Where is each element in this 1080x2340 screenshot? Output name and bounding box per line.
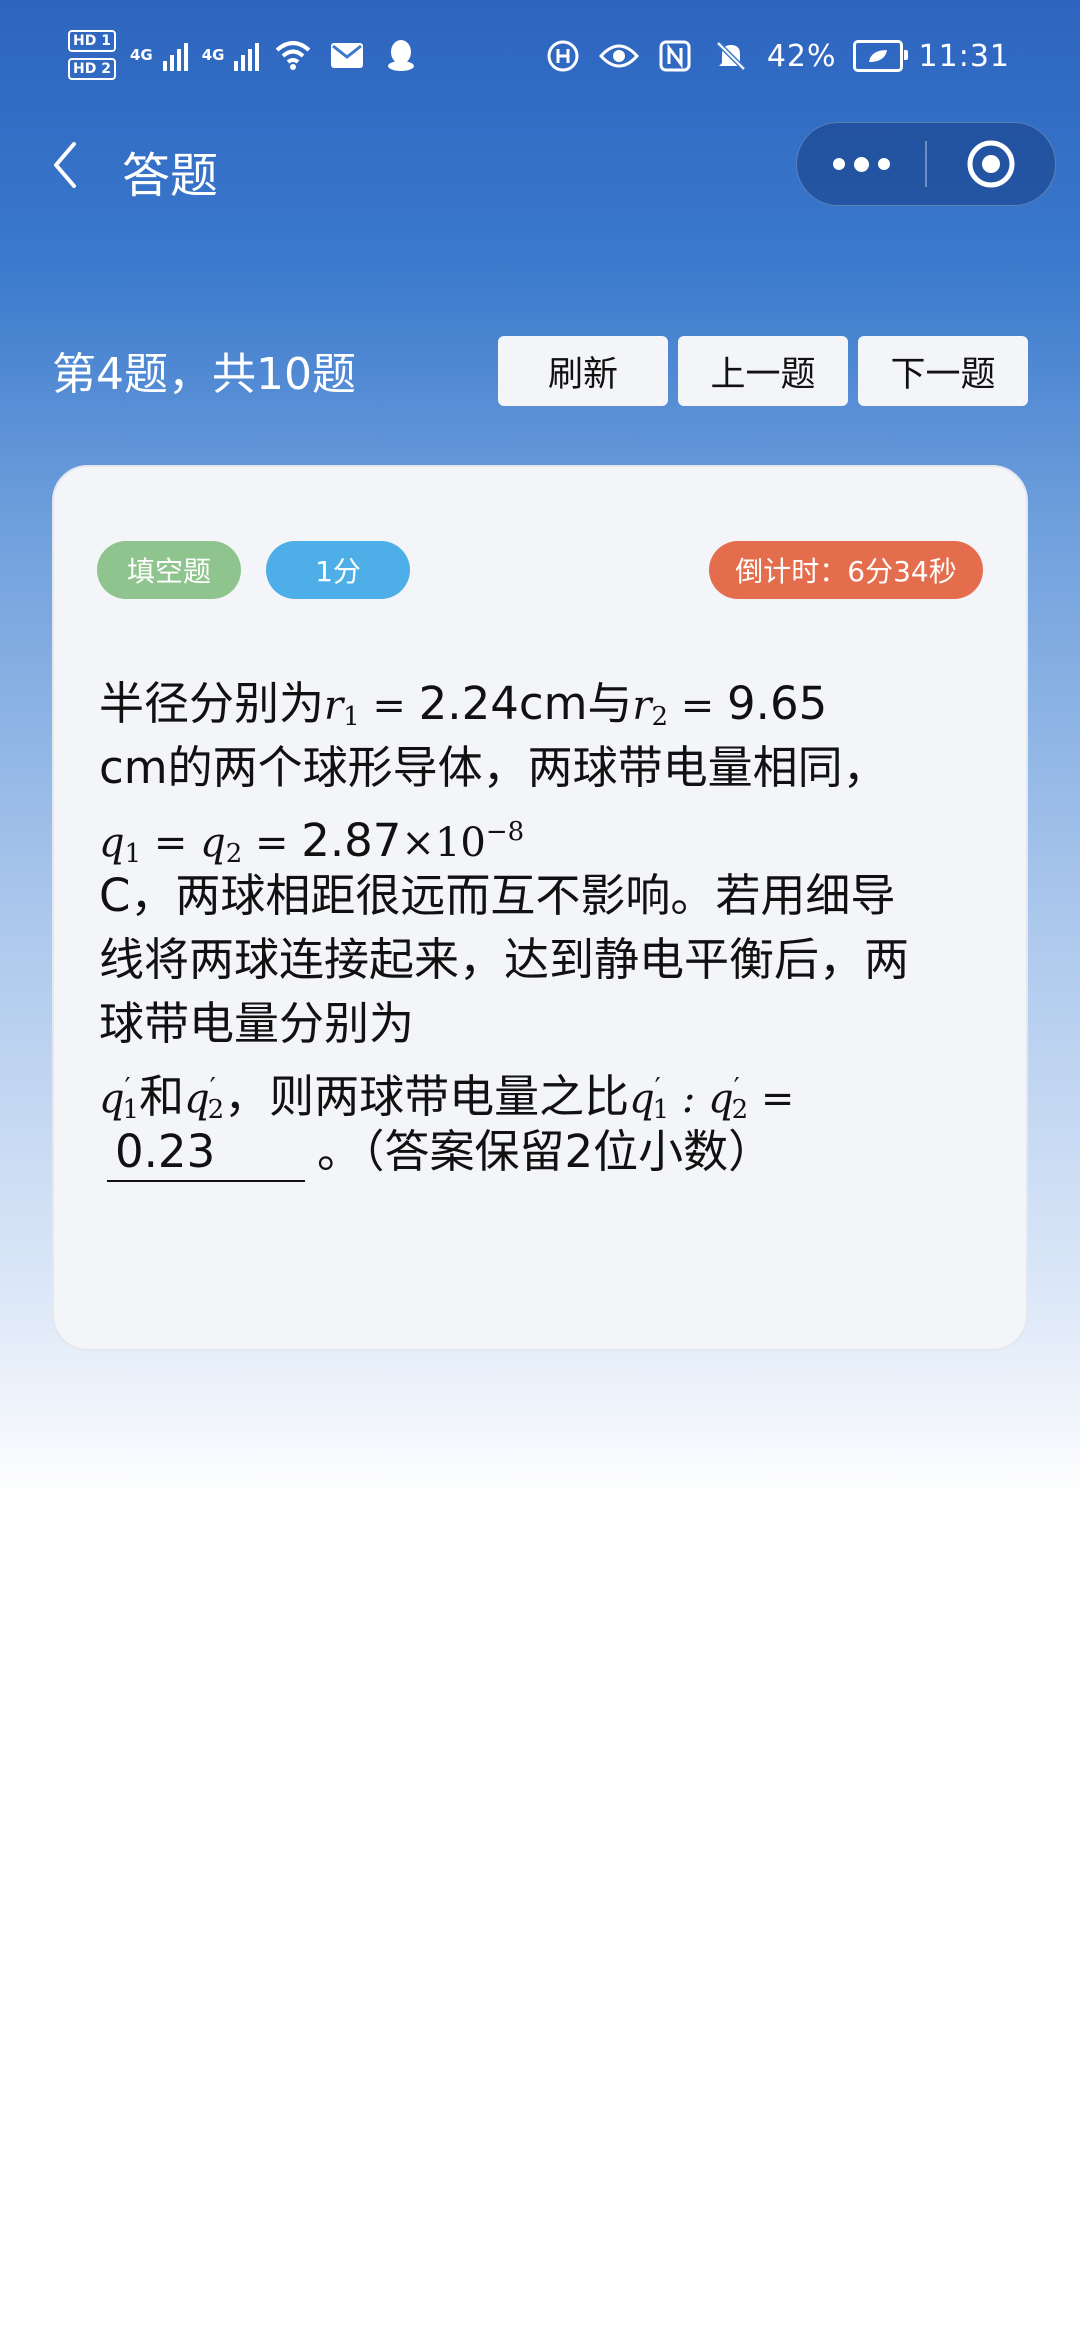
hd2-badge: HD 2	[68, 58, 116, 80]
network-type-1: 4G	[129, 46, 153, 64]
prev-question-button[interactable]: 上一题	[678, 336, 848, 406]
battery-percent: 42%	[766, 38, 837, 74]
more-dot-icon	[877, 158, 890, 170]
question-line-4: C，两球相距很远而互不影响。若用细导	[99, 869, 896, 922]
math-q1: q1	[99, 820, 142, 869]
back-button[interactable]	[38, 138, 92, 192]
miniapp-capsule	[796, 122, 1056, 206]
battery-icon	[852, 40, 908, 72]
question-line-6: 球带电量分别为	[99, 997, 415, 1050]
more-dot-icon	[853, 156, 869, 172]
question-line-3: q1 = q2 = 2.87×10−8	[99, 814, 525, 869]
status-left: HD 1 HD 2 4G 4G	[68, 30, 421, 80]
wifi-icon	[273, 37, 313, 73]
question-card: 填空题 1分 倒计时：6分34秒 半径分别为r1 = 2.24cm与r2 = 9…	[52, 465, 1028, 1351]
signal-icon-2	[234, 39, 260, 71]
status-right: 42% 11:31	[543, 38, 1010, 74]
network-type-2: 4G	[201, 46, 225, 64]
signal-icon	[162, 39, 188, 71]
clock: 11:31	[918, 38, 1010, 74]
hd-call-icon	[543, 38, 583, 74]
math-q2-prime: q′2	[184, 1073, 225, 1125]
refresh-button[interactable]: 刷新	[498, 336, 668, 406]
question-type-badge: 填空题	[97, 541, 241, 599]
chevron-left-icon	[54, 142, 76, 188]
score-badge: 1分	[266, 541, 410, 599]
more-button[interactable]	[797, 123, 925, 205]
hd-indicators: HD 1 HD 2	[68, 30, 116, 80]
math-q2: q2	[200, 820, 243, 869]
status-bar: HD 1 HD 2 4G 4G 42% 11:31	[0, 0, 1080, 110]
qq-icon	[381, 37, 421, 73]
math-q1-prime: q′1	[99, 1073, 140, 1125]
countdown-badge: 倒计时：6分34秒	[709, 541, 983, 599]
math-r2: r2	[632, 683, 669, 732]
nav-bar: 答题	[0, 120, 1080, 210]
math-exponent: ×10−8	[401, 817, 525, 866]
mute-icon	[711, 38, 751, 74]
question-line-8: 0.23 。（答案保留2位小数）	[99, 1120, 999, 1184]
page-title: 答题	[122, 148, 219, 204]
eye-icon	[598, 38, 639, 74]
next-question-button[interactable]: 下一题	[858, 336, 1028, 406]
close-miniapp-button[interactable]	[927, 123, 1055, 205]
answer-input[interactable]: 0.23	[107, 1124, 305, 1182]
more-dot-icon	[832, 158, 845, 170]
question-progress: 第4题，共10题	[52, 349, 356, 400]
question-line-5: 线将两球连接起来，达到静电平衡后，两	[99, 933, 910, 986]
nfc-icon	[655, 38, 695, 74]
question-line-1: 半径分别为r1 = 2.24cm与r2 = 9.65	[99, 677, 828, 732]
hd1-badge: HD 1	[68, 30, 116, 52]
math-ratio: q′1 : q′2 =	[629, 1073, 795, 1125]
question-text: 半径分别为r1 = 2.24cm与r2 = 9.65 cm的两个球形导体，两球带…	[99, 672, 999, 1184]
question-line-2: cm的两个球形导体，两球带电量相同，	[99, 741, 888, 794]
target-icon	[967, 140, 1015, 188]
math-r1: r1	[324, 683, 360, 732]
question-line-7: q′1和q′2，则两球带电量之比q′1 : q′2 =	[99, 1070, 795, 1125]
message-icon	[327, 37, 367, 73]
